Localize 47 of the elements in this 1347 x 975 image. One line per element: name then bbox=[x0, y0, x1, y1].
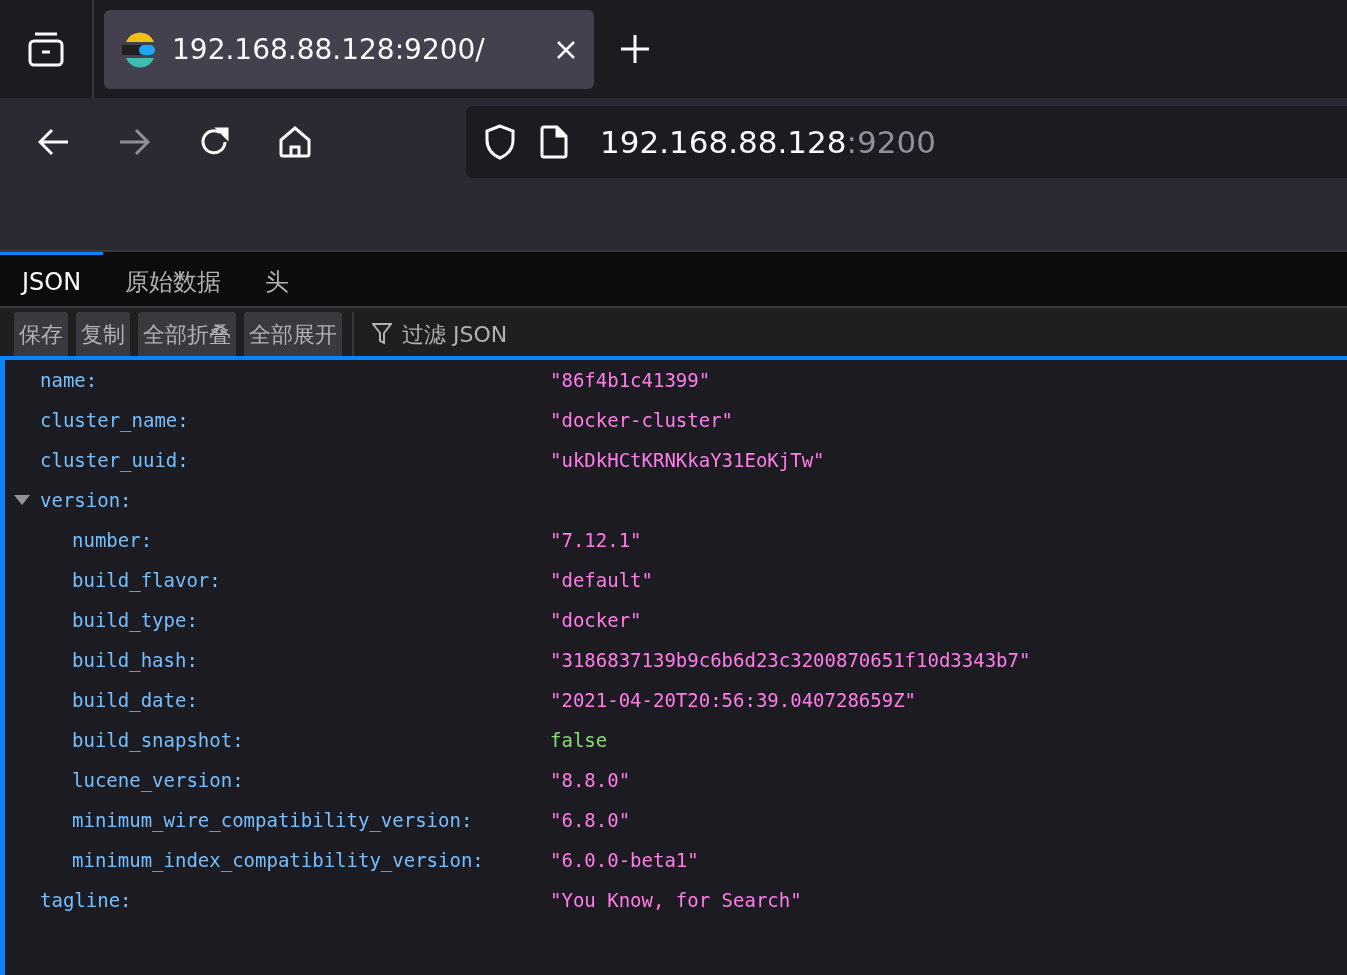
json-key: minimum_index_compatibility_version: bbox=[72, 845, 484, 875]
json-value: "3186837139b9c6b6d23c3200870651f10d3343b7" bbox=[550, 647, 1031, 673]
back-icon[interactable] bbox=[38, 128, 70, 156]
page-icon[interactable] bbox=[540, 125, 568, 159]
toolbar-button[interactable]: 全部展开 bbox=[244, 312, 342, 356]
json-key: tagline: bbox=[40, 885, 132, 915]
json-key: build_hash: bbox=[72, 645, 198, 675]
toolbar-button[interactable]: 保存 bbox=[14, 312, 68, 356]
home-icon[interactable] bbox=[278, 125, 312, 159]
json-key: version: bbox=[40, 485, 132, 515]
json-value: "2021-04-20T20:56:39.040728659Z" bbox=[550, 687, 917, 713]
json-value: "docker" bbox=[550, 607, 642, 633]
toolbar-button[interactable]: 全部折叠 bbox=[138, 312, 236, 356]
close-icon[interactable] bbox=[556, 39, 576, 60]
json-value: "6.0.0-beta1" bbox=[550, 847, 699, 873]
viewer-tab[interactable]: 原始数据 bbox=[103, 252, 244, 308]
viewer-tab[interactable]: 头 bbox=[243, 252, 312, 308]
toolbar-button[interactable]: 复制 bbox=[76, 312, 130, 356]
shield-icon[interactable] bbox=[484, 124, 516, 160]
json-value: "default" bbox=[550, 567, 653, 593]
filter-field[interactable]: 过滤 JSON bbox=[400, 316, 700, 352]
new-tab-icon[interactable] bbox=[620, 34, 650, 64]
json-key: name: bbox=[40, 365, 98, 395]
json-key: build_flavor: bbox=[72, 565, 221, 595]
tab-title: 192.168.88.128:9200/ bbox=[172, 31, 485, 68]
json-value: "8.8.0" bbox=[550, 767, 631, 793]
json-key: lucene_version: bbox=[72, 765, 244, 795]
browser-tab[interactable]: 192.168.88.128:9200/ bbox=[104, 10, 594, 89]
json-value: "7.12.1" bbox=[550, 527, 642, 553]
json-value: "docker-cluster" bbox=[550, 407, 734, 433]
tab-list-icon[interactable] bbox=[27, 30, 65, 68]
json-key: number: bbox=[72, 525, 153, 555]
json-key: cluster_name: bbox=[40, 405, 189, 435]
json-value: false bbox=[550, 727, 608, 753]
elastic-logo-icon bbox=[122, 30, 156, 69]
json-key: minimum_wire_compatibility_version: bbox=[72, 805, 473, 835]
json-value: "6.8.0" bbox=[550, 807, 631, 833]
json-key: build_snapshot: bbox=[72, 725, 244, 755]
forward-icon[interactable] bbox=[118, 128, 150, 156]
filter-icon bbox=[372, 323, 392, 345]
json-key: build_type: bbox=[72, 605, 198, 635]
json-value: "86f4b1c41399" bbox=[550, 367, 711, 393]
expand-toggle-icon[interactable] bbox=[14, 495, 30, 505]
json-key: cluster_uuid: bbox=[40, 445, 189, 475]
json-value: "You Know, for Search" bbox=[550, 887, 802, 913]
json-key: build_date: bbox=[72, 685, 198, 715]
json-value: "ukDkHCtKRNKkaY31EoKjTw" bbox=[550, 447, 825, 473]
